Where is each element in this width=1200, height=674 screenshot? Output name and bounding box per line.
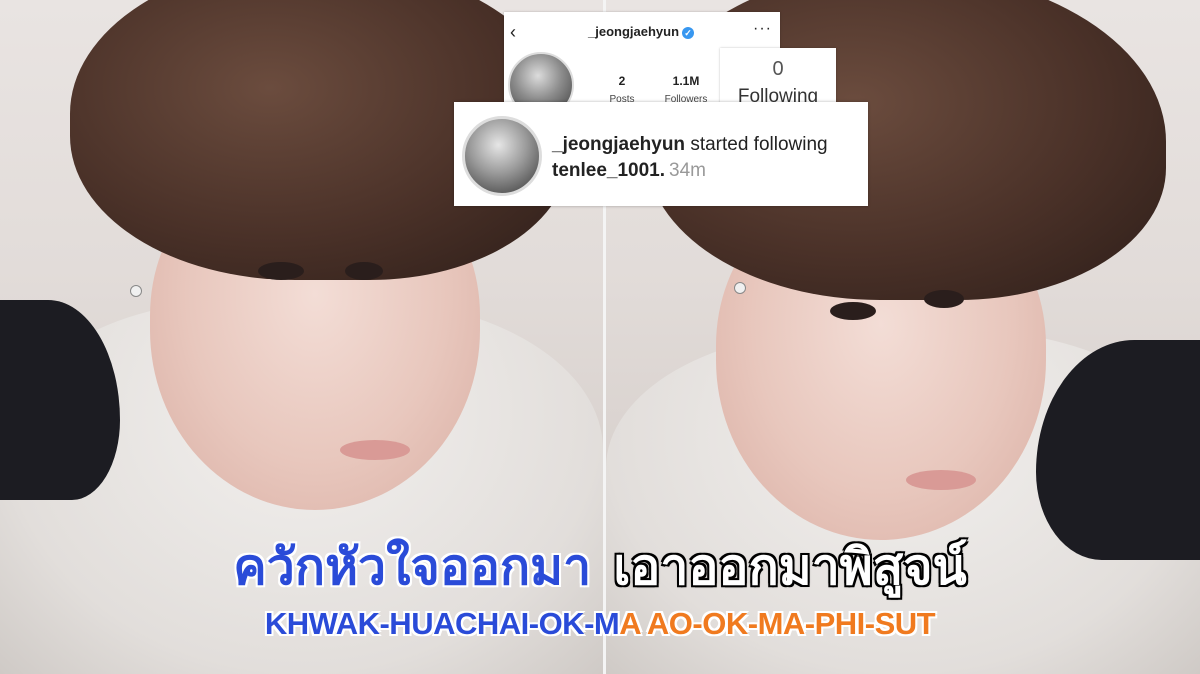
thai-caption-part-2: เอาออกมาพิสูจน์ xyxy=(613,538,967,596)
notification-time: 34m xyxy=(669,160,706,181)
earring xyxy=(734,282,746,294)
right-eye xyxy=(924,290,964,308)
romanized-caption-part-2: A AO-OK-MA-PHI-SUT xyxy=(619,606,936,641)
notification-username[interactable]: _jeongjaehyun xyxy=(552,134,685,155)
left-eye xyxy=(830,302,876,320)
profile-username: _jeongjaehyun ✓ xyxy=(588,24,695,39)
followers-stat[interactable]: 1.1M Followers xyxy=(654,74,718,105)
notification-action: started following xyxy=(690,134,828,155)
romanized-caption-part-1: KHWAK-HUACHAI-OK-M xyxy=(264,606,620,641)
notification-line-2: tenlee_1001. 34m xyxy=(552,160,706,182)
chevron-left-icon[interactable]: ‹ xyxy=(510,22,516,43)
right-eye xyxy=(345,262,383,280)
activity-notification[interactable]: _jeongjaehyun started following tenlee_1… xyxy=(454,102,868,206)
following-count: 0 xyxy=(772,58,784,80)
posts-count: 2 xyxy=(618,74,626,88)
followers-count: 1.1M xyxy=(672,74,700,88)
left-eye xyxy=(258,262,304,280)
thai-caption: ควักหัวใจออกมา เอาออกมาพิสูจน์ xyxy=(0,528,1200,607)
verified-badge-icon: ✓ xyxy=(682,26,695,39)
romanized-caption: KHWAK-HUACHAI-OK-MA AO-OK-MA-PHI-SUT xyxy=(0,606,1200,642)
profile-username-text: _jeongjaehyun xyxy=(588,24,680,39)
notification-target[interactable]: tenlee_1001. xyxy=(552,160,665,181)
lips xyxy=(340,440,410,460)
notification-avatar[interactable] xyxy=(462,116,542,196)
thai-caption-part-1: ควักหัวใจออกมา xyxy=(232,537,592,597)
more-dots-icon[interactable]: ··· xyxy=(753,20,772,38)
earring xyxy=(130,285,142,297)
lips xyxy=(906,470,976,490)
notification-line-1: _jeongjaehyun started following xyxy=(552,134,828,156)
posts-stat[interactable]: 2 Posts xyxy=(600,74,644,105)
